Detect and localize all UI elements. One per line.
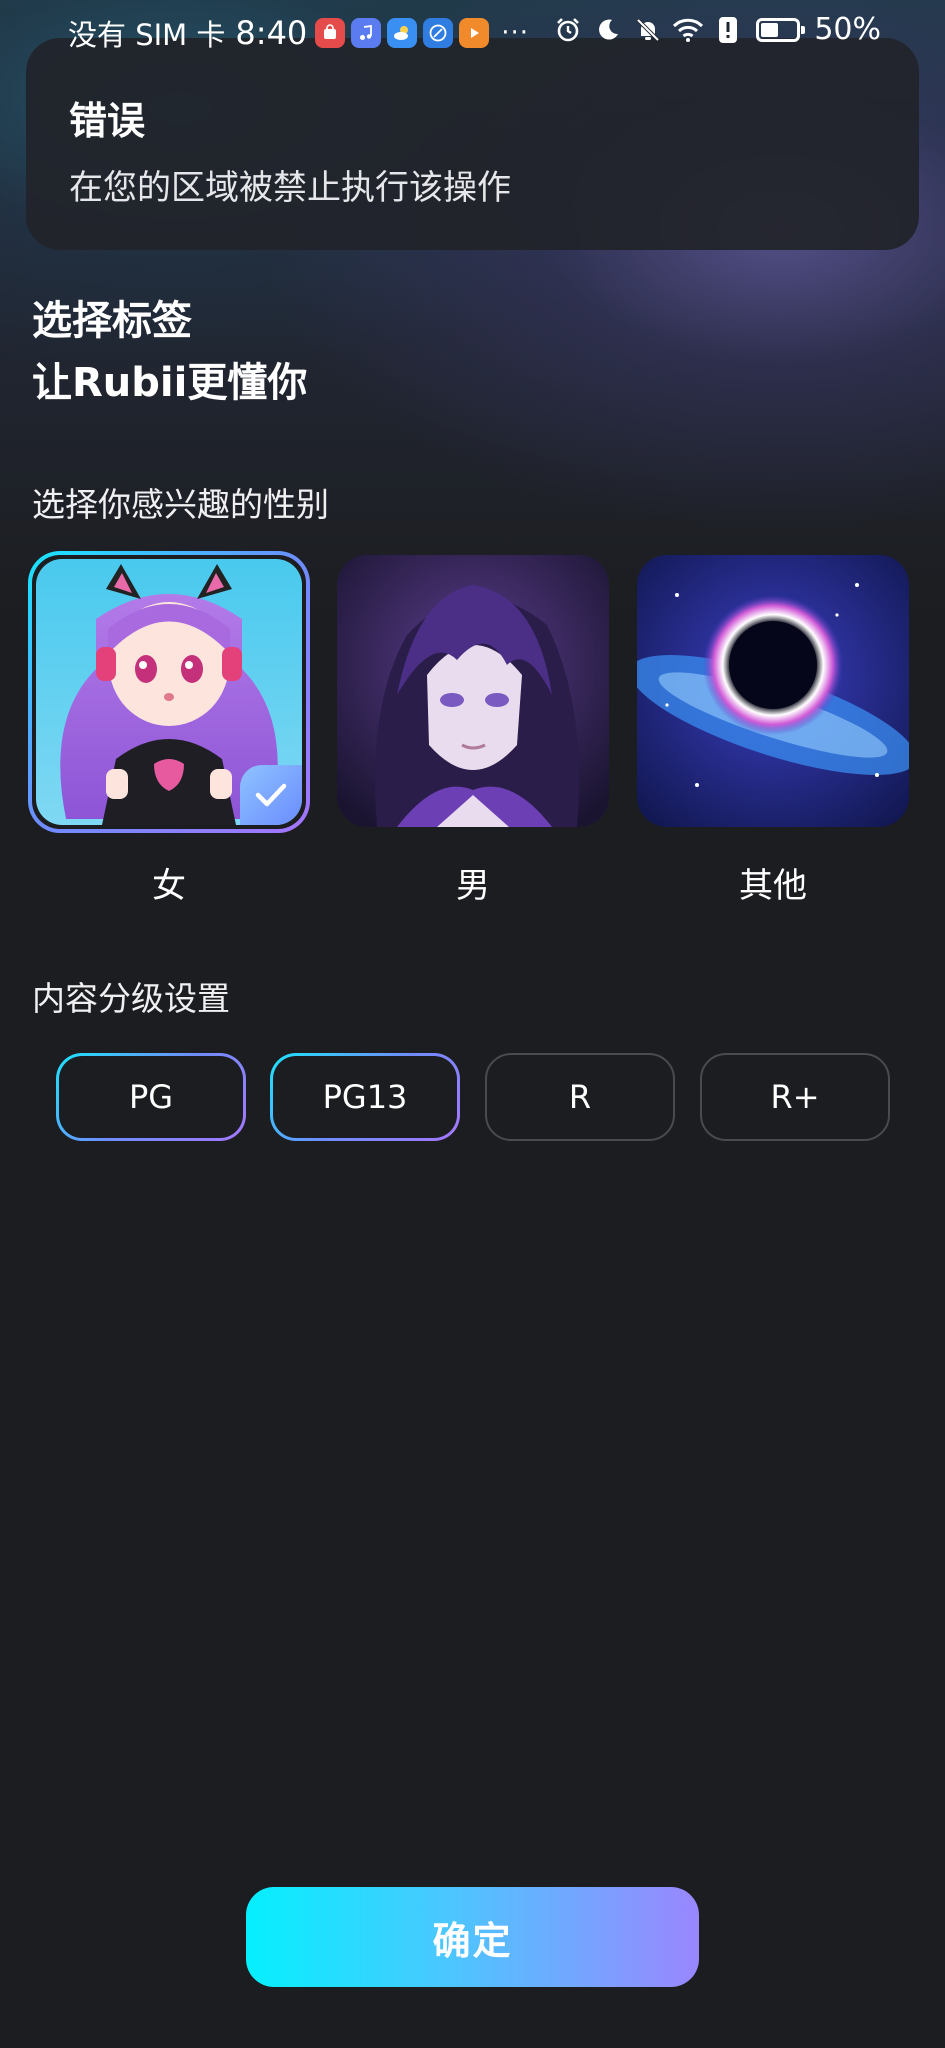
- battery-percent: 50%: [814, 12, 881, 47]
- black-hole-galaxy-image: [637, 555, 909, 827]
- selected-check-icon: [240, 765, 302, 825]
- confirm-button[interactable]: 确定: [246, 1887, 699, 1987]
- notification-app-icons: [315, 18, 495, 48]
- error-title: 错误: [69, 99, 146, 143]
- error-message: 在您的区域被禁止执行该操作: [69, 168, 511, 208]
- status-left: 没有 SIM 卡 8:40 ···: [68, 12, 529, 54]
- gender-label-male: 男: [456, 866, 490, 906]
- bell-off-icon: [632, 14, 664, 46]
- huawei-store-icon: [315, 18, 346, 48]
- rating-r-plus-button[interactable]: R+: [700, 1053, 890, 1141]
- battery-level-fill: [761, 22, 779, 37]
- video-icon: [459, 18, 490, 48]
- page-headline: 选择标签 让Rubii更懂你: [32, 290, 307, 414]
- browser-icon: [423, 18, 454, 48]
- carrier-text: 没有 SIM 卡: [68, 18, 226, 52]
- more-notifications-icon: ···: [501, 18, 530, 48]
- alarm-icon: [552, 14, 584, 46]
- anime-boy-purple-hair-image: [337, 555, 609, 827]
- rating-pg13-button[interactable]: PG13: [270, 1053, 460, 1141]
- gender-card-female[interactable]: [28, 551, 310, 833]
- status-right: 50%: [544, 12, 881, 47]
- notification-icon: [712, 14, 744, 46]
- gender-section-label: 选择你感兴趣的性别: [32, 485, 329, 524]
- status-bar: 没有 SIM 卡 8:40 ··· 50%: [0, 0, 945, 66]
- headline-line-2: 让Rubii更懂你: [32, 360, 308, 406]
- rating-r-button[interactable]: R: [485, 1053, 675, 1141]
- gender-card-other[interactable]: [637, 555, 909, 827]
- gender-label-female: 女: [152, 866, 186, 906]
- anime-girl-cat-ears-image: [36, 559, 302, 825]
- headline-line-1: 选择标签: [32, 298, 192, 344]
- wifi-icon: [672, 14, 704, 46]
- error-toast: 错误 在您的区域被禁止执行该操作: [26, 38, 919, 250]
- status-time: 8:40: [235, 14, 308, 52]
- gender-card-male[interactable]: [337, 555, 609, 827]
- battery-icon: [756, 17, 806, 42]
- rating-section-label: 内容分级设置: [32, 979, 230, 1018]
- weather-icon: [387, 18, 418, 48]
- music-icon: [351, 18, 382, 48]
- gender-label-other: 其他: [739, 866, 807, 906]
- moon-icon: [592, 14, 624, 46]
- rating-pg-button[interactable]: PG: [56, 1053, 246, 1141]
